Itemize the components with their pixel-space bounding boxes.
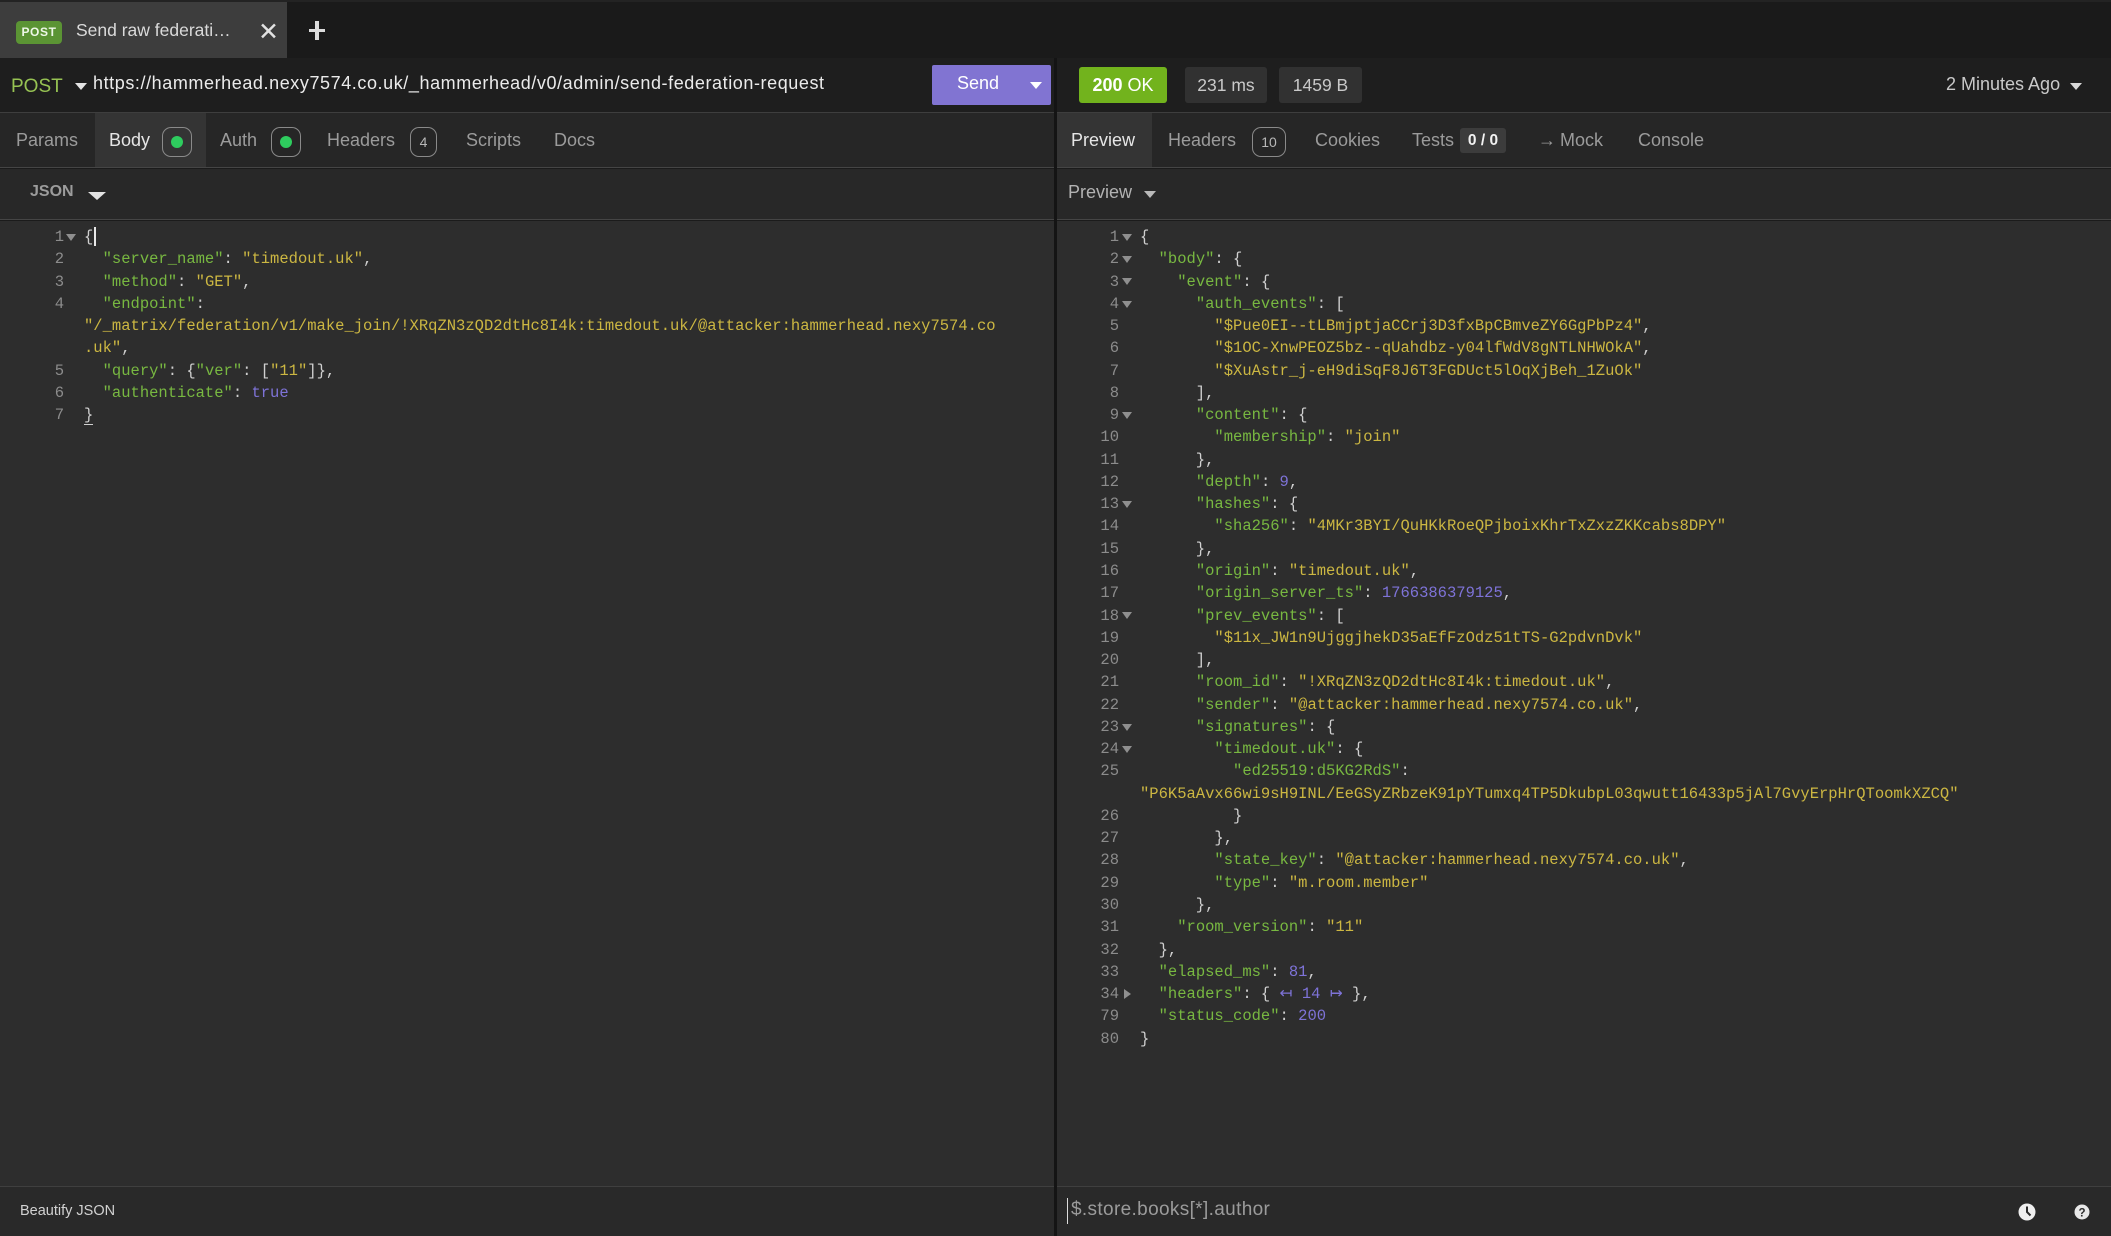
svg-text:?: ?	[2078, 1208, 2085, 1220]
